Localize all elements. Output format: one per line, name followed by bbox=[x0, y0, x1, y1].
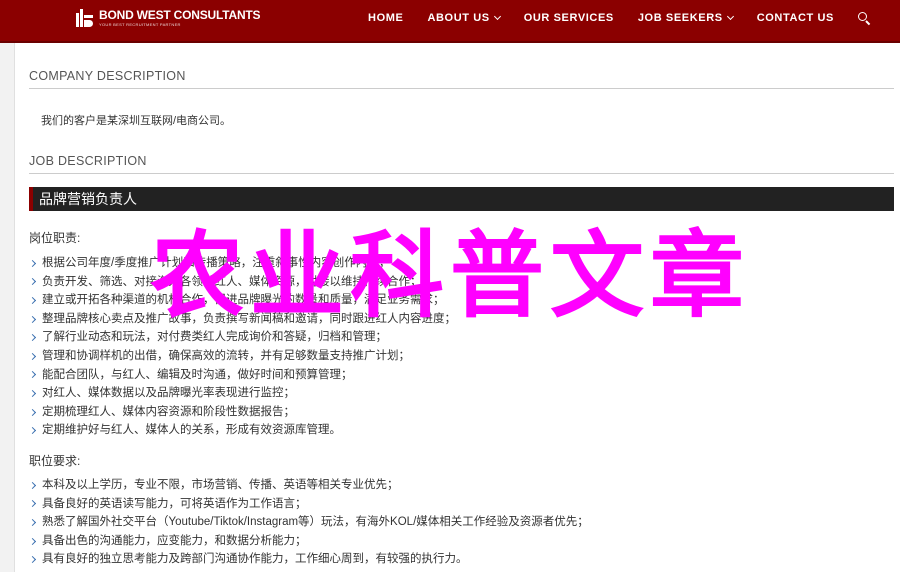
company-description-heading: COMPANY DESCRIPTION bbox=[29, 69, 894, 89]
chevron-right-icon bbox=[28, 371, 37, 379]
site-header: BOND WEST CONSULTANTS YOUR BEST RECRUITM… bbox=[0, 0, 900, 43]
list-item-text: 能配合团队，与红人、编辑及时沟通，做好时间和预算管理； bbox=[42, 368, 353, 381]
chevron-right-icon bbox=[28, 500, 37, 508]
job-title: 品牌营销负责人 bbox=[29, 187, 894, 211]
list-item: 具备良好的英语读写能力，可将英语作为工作语言； bbox=[28, 495, 589, 514]
chevron-right-icon bbox=[28, 408, 37, 416]
site-logo[interactable]: BOND WEST CONSULTANTS YOUR BEST RECRUITM… bbox=[76, 8, 261, 27]
chevron-right-icon bbox=[28, 556, 37, 564]
list-item: 定期维护好与红人、媒体人的关系，形成有效资源库管理。 bbox=[28, 421, 456, 440]
logo-tagline: YOUR BEST RECRUITMENT PARTNER bbox=[99, 22, 181, 27]
chevron-down-icon bbox=[726, 12, 734, 21]
list-item-text: 具备良好的英语读写能力，可将英语作为工作语言； bbox=[42, 497, 307, 510]
chevron-right-icon bbox=[28, 389, 37, 397]
list-item: 熟悉了解国外社交平台（Youtube/Tiktok/Instagram等）玩法，… bbox=[28, 513, 589, 532]
nav-home[interactable]: HOME bbox=[368, 12, 403, 24]
chevron-right-icon bbox=[28, 481, 37, 489]
list-item: 能配合团队，与红人、编辑及时沟通，做好时间和预算管理； bbox=[28, 366, 456, 385]
chevron-right-icon bbox=[28, 537, 37, 545]
list-item-text: 熟悉了解国外社交平台（Youtube/Tiktok/Instagram等）玩法，… bbox=[42, 516, 589, 529]
requirements-heading: 职位要求: bbox=[29, 454, 81, 468]
list-item: 对红人、媒体数据以及品牌曝光率表现进行监控； bbox=[28, 384, 456, 403]
list-item-text: 定期梳理红人、媒体内容资源和阶段性数据报告； bbox=[42, 405, 295, 418]
chevron-right-icon bbox=[28, 518, 37, 527]
list-item-text: 定期维护好与红人、媒体人的关系，形成有效资源库管理。 bbox=[42, 424, 341, 437]
list-item-text: 具备出色的沟通能力，应变能力，和数据分析能力； bbox=[42, 534, 307, 547]
main-nav: HOME ABOUT US OUR SERVICES JOB SEEKERS C… bbox=[344, 0, 871, 36]
list-item-text: 管理和协调样机的出借，确保高效的流转，并有足够数量支持推广计划； bbox=[42, 349, 410, 362]
watermark-overlay: 农业科普文章 bbox=[149, 222, 750, 331]
requirements-list: 本科及以上学历，专业不限，市场营销、传播、英语等相关专业优先； 具备良好的英语读写… bbox=[28, 476, 589, 569]
job-description-heading: JOB DESCRIPTION bbox=[29, 154, 894, 174]
list-item: 具备出色的沟通能力，应变能力，和数据分析能力； bbox=[28, 532, 589, 551]
list-item-text: 对红人、媒体数据以及品牌曝光率表现进行监控； bbox=[42, 387, 295, 400]
list-item: 本科及以上学历，专业不限，市场营销、传播、英语等相关专业优先； bbox=[28, 476, 589, 495]
list-item: 管理和协调样机的出借，确保高效的流转，并有足够数量支持推广计划； bbox=[28, 347, 456, 366]
nav-about-us[interactable]: ABOUT US bbox=[427, 12, 501, 24]
list-item-text: 具有良好的独立思考能力及跨部门沟通协作能力，工作细心周到，有较强的执行力。 bbox=[42, 553, 468, 566]
logo-mark-icon bbox=[76, 9, 94, 27]
list-item: 定期梳理红人、媒体内容资源和阶段性数据报告； bbox=[28, 403, 456, 422]
company-description-text: 我们的客户是某深圳互联网/电商公司。 bbox=[41, 115, 232, 127]
nav-contact-us[interactable]: CONTACT US bbox=[757, 12, 834, 24]
search-icon[interactable] bbox=[858, 12, 871, 26]
chevron-right-icon bbox=[28, 334, 37, 342]
chevron-right-icon bbox=[28, 427, 37, 435]
nav-our-services[interactable]: OUR SERVICES bbox=[524, 12, 614, 24]
nav-job-seekers[interactable]: JOB SEEKERS bbox=[638, 12, 734, 24]
list-item: 具有良好的独立思考能力及跨部门沟通协作能力，工作细心周到，有较强的执行力。 bbox=[28, 550, 589, 569]
logo-name: BOND WEST CONSULTANTS bbox=[99, 8, 261, 22]
chevron-down-icon bbox=[493, 12, 501, 21]
list-item-text: 本科及以上学历，专业不限，市场营销、传播、英语等相关专业优先； bbox=[42, 479, 399, 491]
chevron-right-icon bbox=[28, 352, 37, 360]
